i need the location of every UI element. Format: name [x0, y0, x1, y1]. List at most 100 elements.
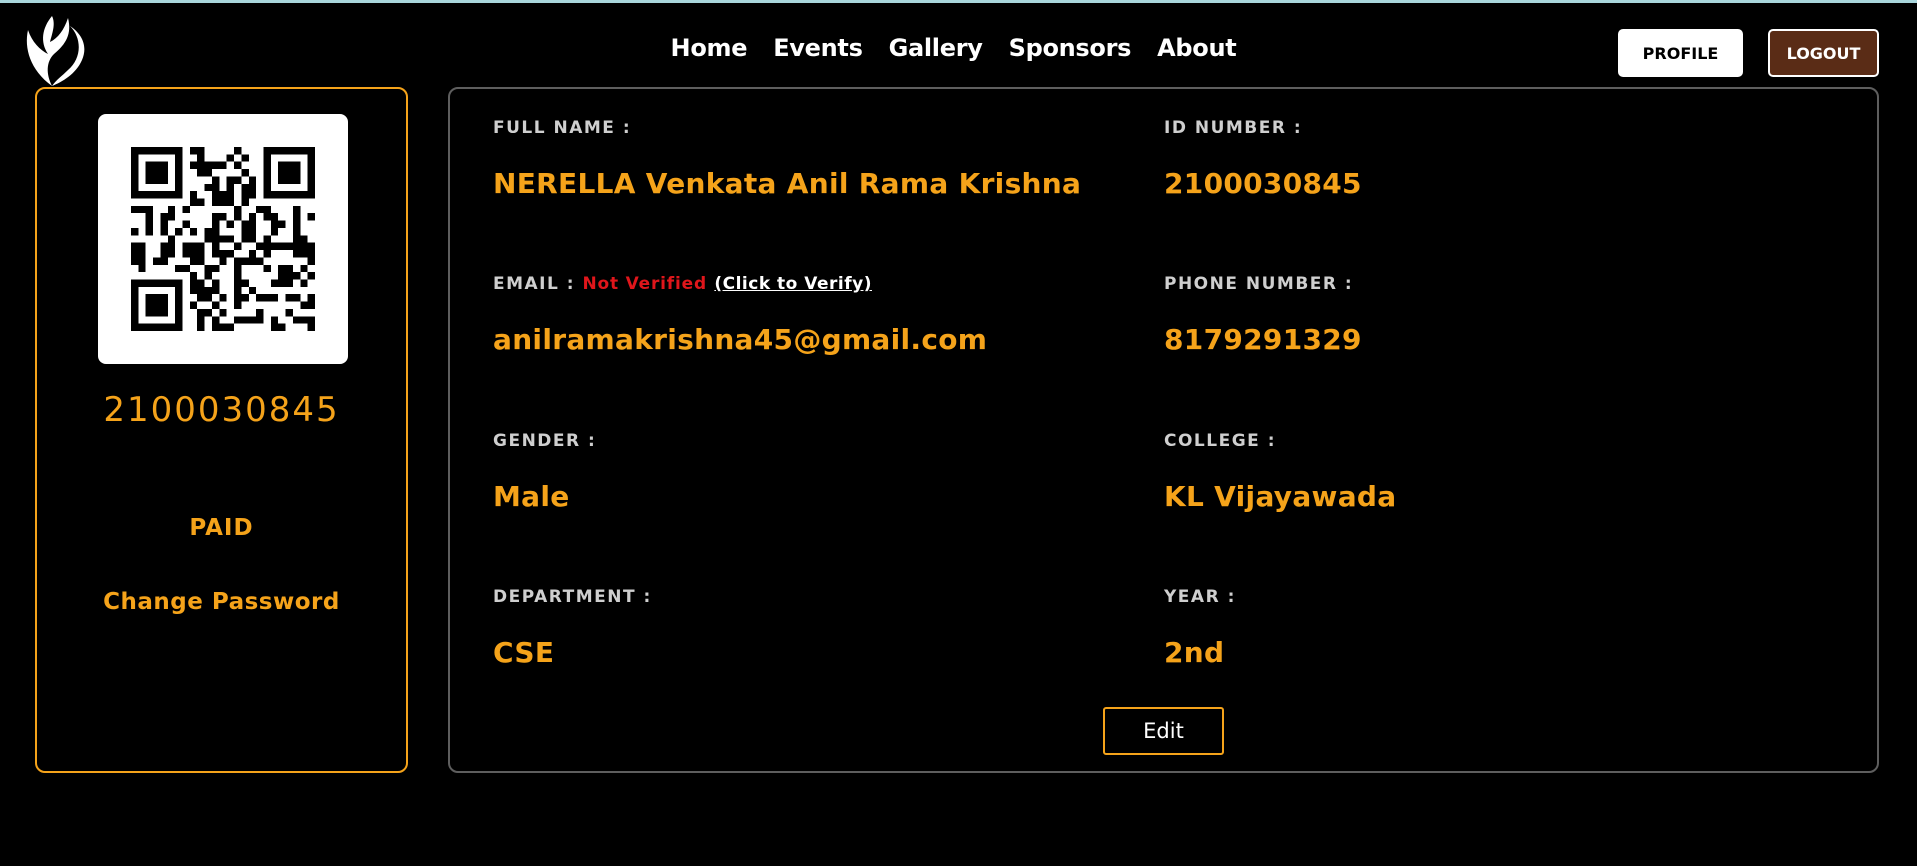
change-password-link[interactable]: Change Password	[37, 589, 406, 615]
qr-module	[263, 235, 271, 243]
qr-module	[145, 279, 154, 287]
qr-module	[307, 294, 315, 302]
qr-module	[211, 176, 220, 184]
qr-module	[167, 279, 176, 287]
qr-module	[211, 279, 220, 287]
qr-module	[175, 169, 183, 177]
qr-module	[256, 205, 264, 214]
qr-module	[160, 169, 168, 177]
qr-module	[167, 205, 176, 214]
qr-module	[189, 242, 198, 251]
qr-module	[160, 308, 168, 317]
qr-module	[226, 323, 235, 331]
qr-module	[189, 301, 198, 309]
qr-module	[285, 169, 293, 177]
qr-module	[138, 242, 146, 251]
qr-module	[307, 183, 315, 192]
qr-module	[234, 213, 242, 221]
phone-label: PHONE NUMBER :	[1164, 274, 1354, 294]
qr-module	[234, 161, 242, 170]
qr-module	[189, 272, 198, 280]
qr-module	[278, 147, 286, 155]
qr-module	[160, 257, 168, 265]
qr-module	[285, 264, 293, 273]
qr-module	[241, 191, 249, 199]
qr-module	[167, 235, 176, 243]
qr-module	[211, 183, 220, 192]
verify-email-link[interactable]: (Click to Verify)	[714, 274, 872, 294]
qr-module	[248, 257, 257, 265]
qr-module	[153, 176, 161, 184]
qr-module	[153, 294, 161, 302]
qr-module	[270, 213, 279, 221]
nav-about[interactable]: About	[1157, 34, 1237, 62]
qr-module	[234, 264, 242, 273]
qr-module	[167, 147, 176, 155]
qr-module	[204, 272, 212, 280]
qr-module	[248, 227, 257, 236]
qr-module	[219, 161, 227, 170]
qr-module	[145, 191, 154, 199]
qr-module	[256, 316, 264, 324]
qr-module	[234, 272, 242, 280]
qr-module	[234, 279, 242, 287]
qr-module	[211, 286, 220, 295]
qr-module	[197, 242, 205, 251]
qr-module	[189, 257, 198, 265]
qr-module	[278, 272, 286, 280]
qr-module	[307, 213, 315, 221]
qr-module	[138, 250, 146, 258]
qr-module	[175, 323, 183, 331]
qr-module	[263, 294, 271, 302]
qr-module	[145, 161, 154, 170]
qr-module	[138, 279, 146, 287]
qr-module	[226, 198, 235, 206]
qr-module	[197, 250, 205, 258]
nav-events[interactable]: Events	[773, 34, 863, 62]
qr-module	[219, 308, 227, 317]
qr-module	[204, 235, 212, 243]
qr-module	[145, 294, 154, 302]
qr-module	[131, 323, 139, 331]
profile-button[interactable]: PROFILE	[1618, 29, 1743, 77]
qr-module	[160, 161, 168, 170]
nav-gallery[interactable]: Gallery	[889, 34, 983, 62]
qr-module	[197, 198, 205, 206]
qr-module	[285, 279, 293, 287]
qr-module	[211, 242, 220, 251]
id-number-label: ID NUMBER :	[1164, 118, 1303, 138]
qr-module	[211, 191, 220, 199]
qr-module	[211, 227, 220, 236]
qr-module	[234, 242, 242, 251]
qr-module	[138, 323, 146, 331]
qr-module	[182, 242, 190, 251]
qr-module	[197, 294, 205, 302]
qr-module	[167, 242, 176, 251]
nav-home[interactable]: Home	[671, 34, 748, 62]
qr-module	[211, 161, 220, 170]
id-card: 2100030845 PAID Change Password	[35, 87, 408, 773]
qr-module	[131, 286, 139, 295]
qr-module	[263, 250, 271, 258]
qr-module	[292, 250, 301, 258]
gender-value: Male	[493, 480, 570, 513]
brand-logo[interactable]	[22, 12, 86, 92]
qr-module	[292, 316, 301, 324]
qr-module	[278, 264, 286, 273]
edit-button[interactable]: Edit	[1103, 707, 1224, 755]
nav-sponsors[interactable]: Sponsors	[1009, 34, 1132, 62]
qr-module	[153, 279, 161, 287]
qr-module	[307, 257, 315, 265]
qr-module	[234, 147, 242, 155]
qr-module	[292, 161, 301, 170]
qr-module	[138, 264, 146, 273]
qr-module	[292, 169, 301, 177]
qr-module	[189, 286, 198, 295]
logout-button[interactable]: LOGOUT	[1768, 29, 1879, 77]
qr-module	[307, 272, 315, 280]
qr-module	[204, 227, 212, 236]
email-label-row: EMAIL : Not Verified (Click to Verify)	[493, 274, 872, 294]
qr-module	[160, 220, 168, 228]
qr-module	[292, 220, 301, 228]
qr-module	[167, 323, 176, 331]
